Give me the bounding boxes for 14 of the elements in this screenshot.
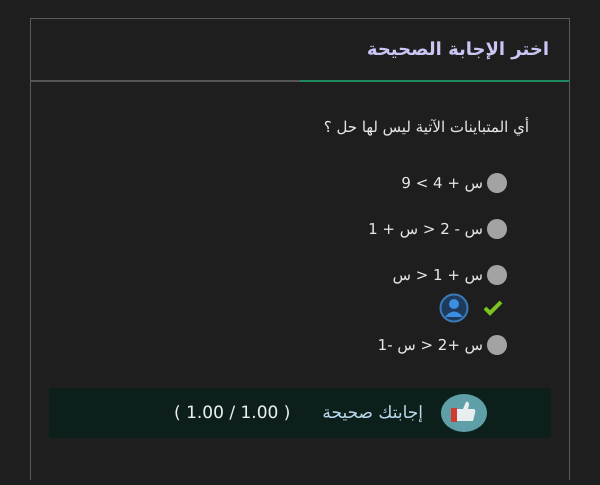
radio-button[interactable] <box>487 173 507 193</box>
option-label: س + 4 > 9 <box>401 174 483 192</box>
radio-button[interactable] <box>487 219 507 239</box>
feedback-message: إجابتك صحيحة <box>322 403 423 423</box>
question-text: أي المتباينات الآتية ليس لها حل ؟ <box>322 118 529 136</box>
option-label: س - 2 < س + 1 <box>368 220 483 238</box>
option-label: س + 1 < س <box>392 266 483 284</box>
radio-button[interactable] <box>487 265 507 285</box>
radio-button[interactable] <box>487 335 507 355</box>
thumbs-up-icon <box>441 394 487 432</box>
user-icon <box>439 293 469 323</box>
card-title: اختر الإجابة الصحيحة <box>366 39 549 60</box>
option-label: س +2 < س -1 <box>378 336 483 354</box>
score-text: ( 1.00 / 1.00 ) <box>174 403 290 423</box>
